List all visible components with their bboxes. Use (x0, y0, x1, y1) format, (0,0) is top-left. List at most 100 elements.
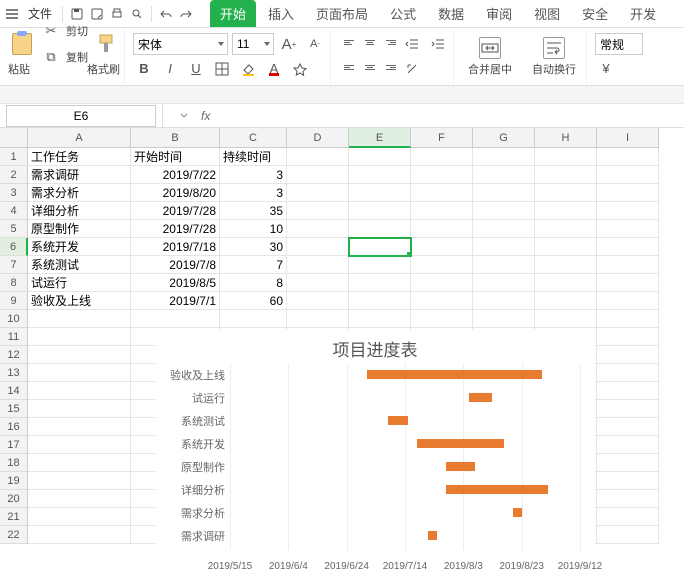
column-header-D[interactable]: D (287, 128, 349, 148)
cell-E10[interactable] (349, 310, 411, 328)
cell-I1[interactable] (597, 148, 659, 166)
cell-B8[interactable]: 2019/8/5 (131, 274, 220, 292)
row-header-13[interactable]: 13 (0, 364, 28, 382)
fx-icon[interactable]: fx (201, 109, 210, 123)
cell-H2[interactable] (535, 166, 597, 184)
cell-C10[interactable] (220, 310, 287, 328)
cell-I5[interactable] (597, 220, 659, 238)
row-header-11[interactable]: 11 (0, 328, 28, 346)
cell-I18[interactable] (597, 454, 659, 472)
redo-icon[interactable] (178, 6, 194, 22)
cell-C9[interactable]: 60 (220, 292, 287, 310)
column-header-F[interactable]: F (411, 128, 473, 148)
borders-button[interactable] (211, 58, 233, 80)
cell-A21[interactable] (28, 508, 131, 526)
cell-I9[interactable] (597, 292, 659, 310)
cell-D4[interactable] (287, 202, 349, 220)
row-header-9[interactable]: 9 (0, 292, 28, 310)
paste-button[interactable] (8, 31, 36, 57)
cell-H7[interactable] (535, 256, 597, 274)
cell-E9[interactable] (349, 292, 411, 310)
cell-B4[interactable]: 2019/7/28 (131, 202, 220, 220)
cell-I10[interactable] (597, 310, 659, 328)
cell-I22[interactable] (597, 526, 659, 544)
cell-B6[interactable]: 2019/7/18 (131, 238, 220, 256)
cell-F9[interactable] (411, 292, 473, 310)
increase-indent-button[interactable] (427, 33, 449, 55)
cell-I2[interactable] (597, 166, 659, 184)
name-box[interactable]: E6 (6, 105, 156, 127)
cell-A1[interactable]: 工作任务 (28, 148, 131, 166)
format-painter-button[interactable] (92, 31, 120, 57)
bar-系统开发[interactable] (417, 439, 505, 448)
row-header-12[interactable]: 12 (0, 346, 28, 364)
cell-B1[interactable]: 开始时间 (131, 148, 220, 166)
cell-A7[interactable]: 系统测试 (28, 256, 131, 274)
wrap-text-button[interactable]: 自动换行 (526, 35, 582, 79)
cell-I3[interactable] (597, 184, 659, 202)
cell-A9[interactable]: 验收及上线 (28, 292, 131, 310)
cell-D1[interactable] (287, 148, 349, 166)
merge-center-button[interactable]: 合并居中 (462, 35, 518, 79)
cell-A14[interactable] (28, 382, 131, 400)
row-header-8[interactable]: 8 (0, 274, 28, 292)
save-as-icon[interactable] (89, 6, 105, 22)
cell-H6[interactable] (535, 238, 597, 256)
row-header-6[interactable]: 6 (0, 238, 28, 256)
tab-security[interactable]: 安全 (572, 0, 618, 27)
cell-D9[interactable] (287, 292, 349, 310)
column-header-B[interactable]: B (131, 128, 220, 148)
cell-C2[interactable]: 3 (220, 166, 287, 184)
cell-C6[interactable]: 30 (220, 238, 287, 256)
decrease-indent-button[interactable] (401, 33, 423, 55)
cell-A22[interactable] (28, 526, 131, 544)
cell-H5[interactable] (535, 220, 597, 238)
cell-A10[interactable] (28, 310, 131, 328)
tab-view[interactable]: 视图 (524, 0, 570, 27)
gantt-chart[interactable]: 项目进度表 2019/5/152019/6/42019/6/242019/7/1… (155, 330, 595, 585)
italic-button[interactable]: I (159, 58, 181, 80)
select-all-corner[interactable] (0, 128, 28, 148)
currency-button[interactable]: ¥ (595, 58, 617, 80)
bar-需求调研[interactable] (428, 531, 437, 540)
cell-A12[interactable] (28, 346, 131, 364)
cell-H8[interactable] (535, 274, 597, 292)
cell-I7[interactable] (597, 256, 659, 274)
font-name-combo[interactable]: 宋体 (133, 33, 228, 55)
cell-E2[interactable] (349, 166, 411, 184)
cell-I20[interactable] (597, 490, 659, 508)
grow-font-button[interactable]: A+ (278, 33, 300, 55)
cell-H10[interactable] (535, 310, 597, 328)
cell-A3[interactable]: 需求分析 (28, 184, 131, 202)
cell-A18[interactable] (28, 454, 131, 472)
row-header-7[interactable]: 7 (0, 256, 28, 274)
cell-A8[interactable]: 试运行 (28, 274, 131, 292)
cell-B2[interactable]: 2019/7/22 (131, 166, 220, 184)
orientation-button[interactable] (401, 58, 423, 80)
tab-start[interactable]: 开始 (210, 0, 256, 27)
cell-H9[interactable] (535, 292, 597, 310)
cell-A5[interactable]: 原型制作 (28, 220, 131, 238)
cell-A19[interactable] (28, 472, 131, 490)
cell-F4[interactable] (411, 202, 473, 220)
align-right-button[interactable] (379, 58, 401, 80)
cell-A17[interactable] (28, 436, 131, 454)
cell-I12[interactable] (597, 346, 659, 364)
column-header-A[interactable]: A (28, 128, 131, 148)
cell-B3[interactable]: 2019/8/20 (131, 184, 220, 202)
cell-B9[interactable]: 2019/7/1 (131, 292, 220, 310)
row-header-15[interactable]: 15 (0, 400, 28, 418)
cell-C7[interactable]: 7 (220, 256, 287, 274)
cell-A2[interactable]: 需求调研 (28, 166, 131, 184)
row-header-17[interactable]: 17 (0, 436, 28, 454)
bar-原型制作[interactable] (446, 462, 475, 471)
cell-A11[interactable] (28, 328, 131, 346)
cell-I16[interactable] (597, 418, 659, 436)
cell-E6[interactable] (349, 238, 411, 256)
cell-B10[interactable] (131, 310, 220, 328)
cell-I14[interactable] (597, 382, 659, 400)
fill-color-button[interactable] (237, 58, 259, 80)
cell-B5[interactable]: 2019/7/28 (131, 220, 220, 238)
column-header-G[interactable]: G (473, 128, 535, 148)
row-header-22[interactable]: 22 (0, 526, 28, 544)
